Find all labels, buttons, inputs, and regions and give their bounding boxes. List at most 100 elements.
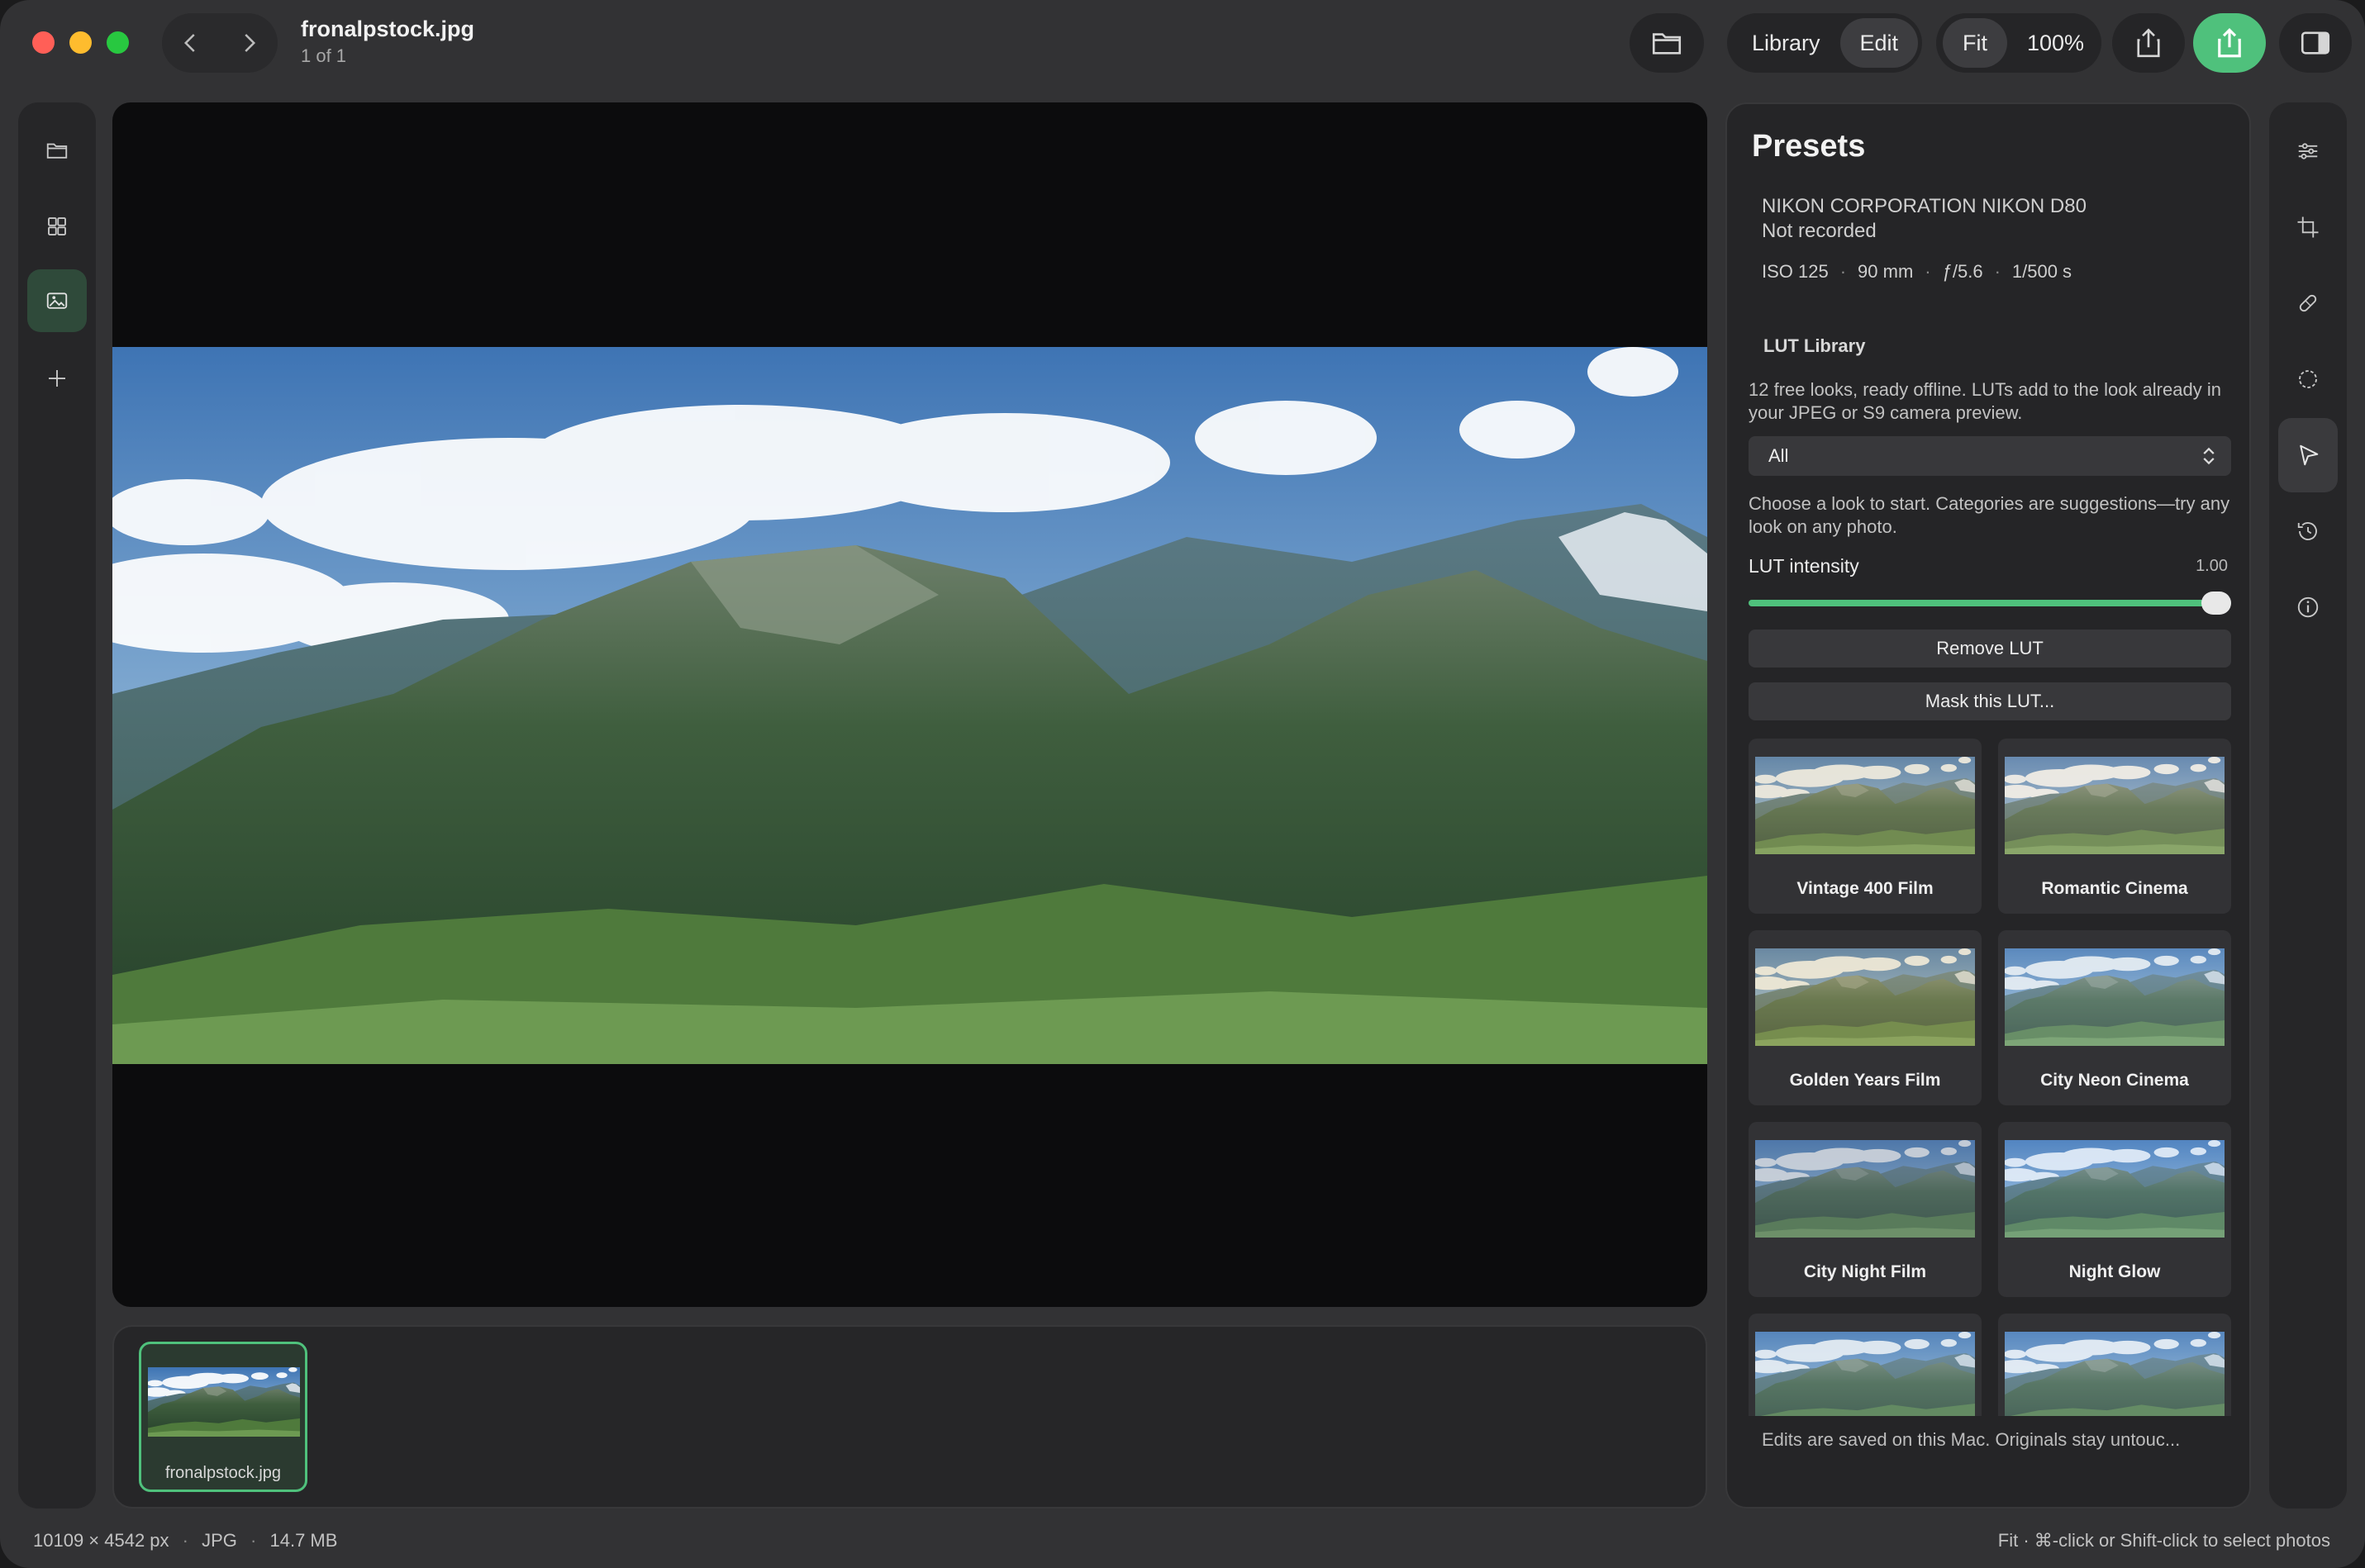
presets-button[interactable] [2278,418,2338,492]
back-icon[interactable] [171,23,211,63]
look-tile[interactable] [1998,1314,2231,1416]
look-name: City Neon Cinema [2040,1071,2189,1090]
title-bar: fronalpstock.jpg 1 of 1 Library Edit Fit… [0,0,2365,96]
exif-shutter: 1/500 s [2011,261,2072,282]
camera-model: NIKON CORPORATION NIKON D80 [1762,195,2087,217]
look-name: Vintage 400 Film [1796,879,1934,898]
look-thumbnail [2005,757,2225,854]
view-mode-toggle: Library Edit [1727,13,1922,73]
category-select[interactable]: All [1749,436,2231,476]
right-rail [2269,102,2347,1509]
image-icon [46,292,68,309]
exif-row: ISO 125 · 90 mm · ƒ/5.6 · 1/500 s [1762,261,2072,283]
look-thumbnail [2005,1332,2225,1416]
status-dimensions: 10109 × 4542 px [33,1530,169,1551]
filmstrip-item-label: fronalpstock.jpg [164,1464,282,1482]
sidebar-toggle-icon [2301,31,2330,55]
lut-intensity-label: LUT intensity [1749,555,1859,577]
look-tile[interactable]: City Night Film [1749,1122,1982,1297]
minimize-window-button[interactable] [69,31,92,54]
open-folder-button[interactable] [1630,13,1704,73]
mask-lut-button[interactable]: Mask this LUT... [1749,682,2231,720]
fit-button[interactable]: Fit [1943,18,2007,68]
presets-panel: Presets NIKON CORPORATION NIKON D80 Not … [1725,102,2251,1509]
look-tile[interactable]: City Neon Cinema [1998,930,2231,1105]
look-thumbnail [1755,1140,1975,1238]
rail-image-button[interactable] [27,269,87,332]
filmstrip-item[interactable]: fronalpstock.jpg [139,1342,307,1492]
look-name: Romantic Cinema [2041,879,2188,898]
lut-intensity-handle[interactable] [2201,592,2231,615]
lut-library-description: 12 free looks, ready offline. LUTs add t… [1749,379,2221,423]
plus-icon [49,370,65,387]
folder-icon [46,143,68,159]
status-format: JPG [202,1530,237,1551]
file-name: fronalpstock.jpg [301,17,475,41]
rail-grid-button[interactable] [27,195,87,258]
look-thumbnail [1755,757,1975,854]
status-file-size: 14.7 MB [269,1530,338,1551]
chevron-updown-icon [2203,447,2215,465]
status-image-info: 10109 × 4542 px · JPG · 14.7 MB [33,1530,337,1551]
share-icon [2137,28,2160,58]
filmstrip: fronalpstock.jpg [112,1325,1707,1509]
info-icon [2297,596,2319,618]
history-button[interactable] [2278,494,2338,568]
exif-aperture: ƒ/5.6 [1942,261,1983,282]
look-name: City Night Film [1803,1262,1927,1281]
look-name: Golden Years Film [1789,1071,1941,1090]
look-tile[interactable] [1749,1314,1982,1416]
look-tile[interactable]: Night Glow [1998,1122,2231,1297]
healing-button[interactable] [2278,266,2338,340]
export-button[interactable] [2193,13,2266,73]
panel-footer-note: Edits are saved on this Mac. Originals s… [1762,1429,2181,1450]
app-window: fronalpstock.jpg 1 of 1 Library Edit Fit… [0,0,2365,1568]
look-thumbnail [2005,948,2225,1046]
adjustments-icon [2298,143,2318,159]
exif-separator: · [1839,261,1847,282]
export-icon [2218,28,2241,58]
looks-grid: Vintage 400 Film Romantic Cinema Golden … [1749,739,2233,1416]
grid-icon [48,217,66,235]
presets-icon [2300,444,2319,466]
library-tab[interactable]: Library [1732,18,1840,68]
rail-folder-button[interactable] [27,119,87,182]
adjustments-button[interactable] [2278,114,2338,188]
exif-separator: · [1925,261,1931,282]
sidebar-toggle-button[interactable] [2279,13,2352,73]
exif-iso: ISO 125 [1762,261,1829,282]
crop-button[interactable] [2278,190,2338,264]
look-tile[interactable]: Romantic Cinema [1998,739,2231,914]
lut-intensity-slider[interactable] [1749,592,2231,615]
photo-preview [112,347,1707,1064]
look-thumbnail [2005,1140,2225,1238]
zoom-100-button[interactable]: 100% [2007,18,2104,68]
mask-button[interactable] [2278,342,2338,416]
status-hint: Fit · ⌘-click or Shift-click to select p… [1997,1530,2330,1551]
zoom-window-button[interactable] [107,31,129,54]
filmstrip-thumbnail [148,1367,300,1437]
forward-icon[interactable] [229,23,269,63]
window-title: fronalpstock.jpg 1 of 1 [301,17,474,67]
status-separator: · [250,1530,257,1551]
photo-canvas[interactable] [112,102,1707,1307]
status-separator: · [182,1530,188,1551]
share-button[interactable] [2112,13,2185,73]
edit-tab[interactable]: Edit [1839,18,1919,68]
look-tile[interactable]: Vintage 400 Film [1749,739,1982,914]
look-tile[interactable]: Golden Years Film [1749,930,1982,1105]
lut-intensity-value: 1.00 [2196,557,2228,575]
healing-icon [2299,294,2317,312]
info-button[interactable] [2278,570,2338,644]
panel-title: Presets [1752,129,1866,164]
lut-intensity-fill [1749,600,2231,606]
close-window-button[interactable] [32,31,55,54]
folder-icon [1652,33,1682,55]
look-thumbnail [1755,1332,1975,1416]
lens-info: Not recorded [1762,220,1877,242]
crop-icon [2297,216,2319,238]
remove-lut-button[interactable]: Remove LUT [1749,630,2231,668]
navigation-buttons [162,13,278,73]
mask-icon [2299,370,2317,388]
rail-add-button[interactable] [27,347,87,410]
